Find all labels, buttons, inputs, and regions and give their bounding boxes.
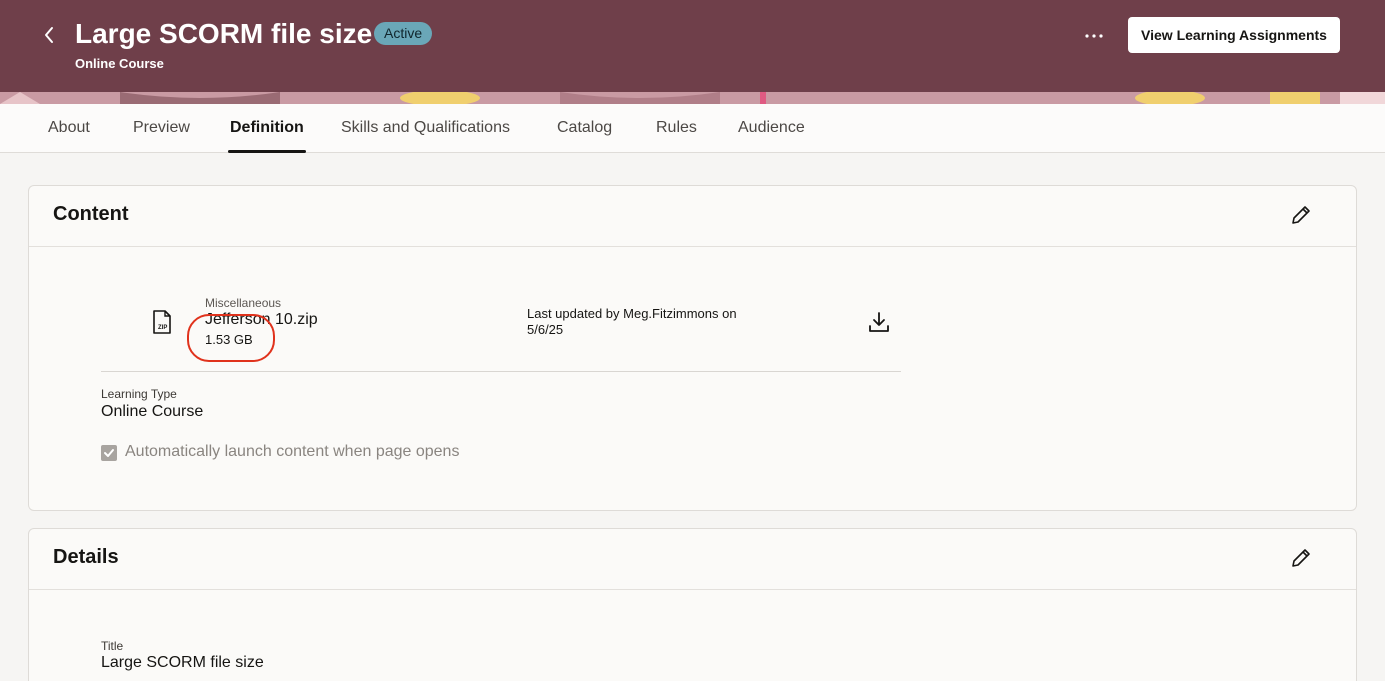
edit-details-button[interactable]: [1289, 546, 1313, 570]
file-category: Miscellaneous: [205, 296, 282, 310]
tab-definition[interactable]: Definition: [228, 104, 306, 153]
title-value: Large SCORM file size: [101, 654, 264, 671]
ellipsis-icon: [1085, 34, 1103, 38]
auto-launch-label: Automatically launch content when page o…: [125, 443, 460, 460]
chevron-left-icon: [45, 27, 53, 43]
page-title: Large SCORM file size: [75, 18, 373, 49]
back-button[interactable]: [36, 20, 62, 50]
tab-about[interactable]: About: [48, 104, 90, 153]
learning-type-value: Online Course: [101, 403, 204, 420]
last-updated-date: 5/6/25: [527, 322, 564, 337]
tab-skills-and-qualifications[interactable]: Skills and Qualifications: [341, 104, 510, 153]
divider: [101, 371, 901, 372]
tab-audience[interactable]: Audience: [738, 104, 805, 153]
page-subtitle: Online Course: [75, 56, 164, 71]
highlight-annotation: [187, 314, 275, 362]
pencil-icon: [1292, 206, 1310, 224]
banner-decoration: [0, 92, 1385, 104]
download-icon: [869, 312, 889, 332]
last-updated-line: Last updated by Meg.Fitzimmons on: [527, 306, 737, 321]
details-card: Details Title Large SCORM file size: [28, 528, 1357, 681]
view-learning-assignments-button[interactable]: View Learning Assignments: [1128, 17, 1340, 53]
tab-catalog[interactable]: Catalog: [557, 104, 612, 153]
download-button[interactable]: [867, 310, 891, 334]
tab-rules[interactable]: Rules: [656, 104, 697, 153]
tab-bar: About Preview Definition Skills and Qual…: [0, 104, 1385, 153]
content-card: Content ZIP Miscellaneous Jefferson 10.z…: [28, 185, 1357, 511]
checkmark-icon: [104, 449, 114, 457]
edit-content-button[interactable]: [1289, 203, 1313, 227]
learning-type-label: Learning Type: [101, 387, 177, 401]
status-badge: Active: [374, 22, 433, 45]
more-actions-button[interactable]: [1078, 20, 1110, 50]
pencil-icon: [1292, 549, 1310, 567]
last-updated-info: Last updated by Meg.Fitzimmons on 5/6/25: [527, 306, 787, 338]
zip-file-icon: ZIP: [153, 310, 171, 334]
page-header: Large SCORM file size Active Online Cour…: [0, 0, 1385, 104]
content-card-title: Content: [53, 203, 129, 225]
svg-text:ZIP: ZIP: [158, 325, 167, 331]
details-card-header: Details: [29, 529, 1356, 590]
content-card-header: Content: [29, 186, 1356, 247]
tab-preview[interactable]: Preview: [133, 104, 190, 153]
details-card-title: Details: [53, 546, 119, 568]
auto-launch-checkbox[interactable]: [101, 445, 117, 461]
title-label: Title: [101, 639, 124, 653]
